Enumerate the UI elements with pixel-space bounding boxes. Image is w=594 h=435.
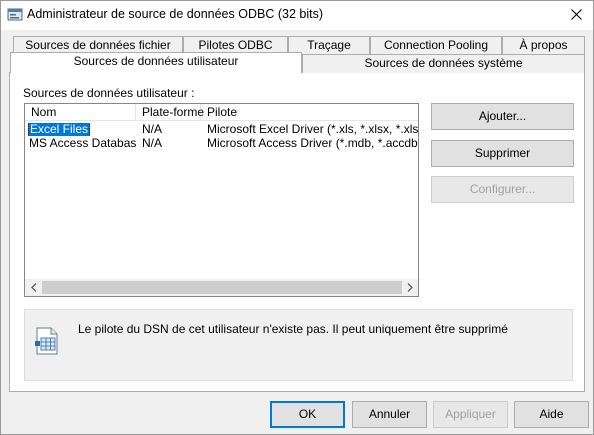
column-header-platform[interactable]: Plate-forme — [136, 104, 204, 121]
help-button[interactable]: Aide — [514, 401, 589, 428]
configure-button[interactable]: Configurer... — [431, 176, 574, 203]
title-bar: Administrateur de source de données ODBC… — [1, 1, 593, 30]
tab-label: Connection Pooling — [383, 38, 489, 52]
info-message: Le pilote du DSN de cet utilisateur n'ex… — [78, 322, 508, 336]
add-button[interactable]: Ajouter... — [431, 103, 574, 130]
tab-label: Sources de données utilisateur — [73, 54, 239, 68]
cancel-button[interactable]: Annuler — [352, 401, 427, 428]
horizontal-scrollbar[interactable] — [25, 279, 418, 296]
tab-system-dsn[interactable]: Sources de données système — [302, 54, 585, 73]
chevron-left-icon — [30, 281, 37, 295]
tab-label: À propos — [519, 38, 568, 52]
list-item[interactable]: Excel Files N/A Microsoft Excel Driver (… — [25, 123, 418, 137]
remove-button[interactable]: Supprimer — [431, 140, 574, 167]
close-button[interactable] — [559, 1, 593, 30]
info-box: Le pilote du DSN de cet utilisateur n'ex… — [24, 309, 573, 381]
ok-button[interactable]: OK — [270, 401, 345, 428]
scroll-left-button[interactable] — [25, 279, 42, 296]
listview-header: Nom Plate-forme Pilote — [25, 104, 418, 121]
dsn-driver: Microsoft Excel Driver (*.xls, *.xlsx, *… — [207, 123, 419, 136]
tab-user-dsn[interactable]: Sources de données utilisateur — [10, 52, 302, 73]
tab-label: Sources de données système — [364, 56, 523, 70]
tab-label: Traçage — [307, 38, 351, 52]
tab-about[interactable]: À propos — [502, 36, 585, 55]
column-header-name[interactable]: Nom — [25, 104, 136, 121]
dsn-listview[interactable]: Nom Plate-forme Pilote Excel Files N/A M… — [24, 103, 419, 297]
dsn-platform: N/A — [142, 123, 163, 136]
tab-connection-pooling[interactable]: Connection Pooling — [370, 36, 502, 55]
odbc-app-icon — [7, 7, 23, 23]
column-header-driver[interactable]: Pilote — [201, 104, 418, 121]
close-icon — [570, 8, 582, 23]
chevron-right-icon — [407, 281, 413, 295]
tab-label: Pilotes ODBC — [198, 38, 273, 52]
scrollbar-thumb[interactable] — [42, 281, 402, 294]
list-item[interactable]: MS Access Database N/A Microsoft Access … — [25, 137, 418, 151]
window-title: Administrateur de source de données ODBC… — [27, 7, 323, 21]
dsn-driver: Microsoft Access Driver (*.mdb, *.accdb) — [207, 137, 419, 150]
dsn-name: MS Access Database — [29, 137, 136, 150]
datasource-document-icon — [33, 326, 63, 356]
dsn-name: Excel Files — [28, 123, 91, 136]
apply-button[interactable]: Appliquer — [433, 401, 508, 428]
user-dsn-group-label: Sources de données utilisateur : — [23, 86, 195, 100]
scroll-right-button[interactable] — [401, 279, 418, 296]
odbc-admin-window: Administrateur de source de données ODBC… — [0, 0, 594, 435]
dsn-platform: N/A — [142, 137, 163, 150]
tab-label: Sources de données fichier — [25, 38, 171, 52]
